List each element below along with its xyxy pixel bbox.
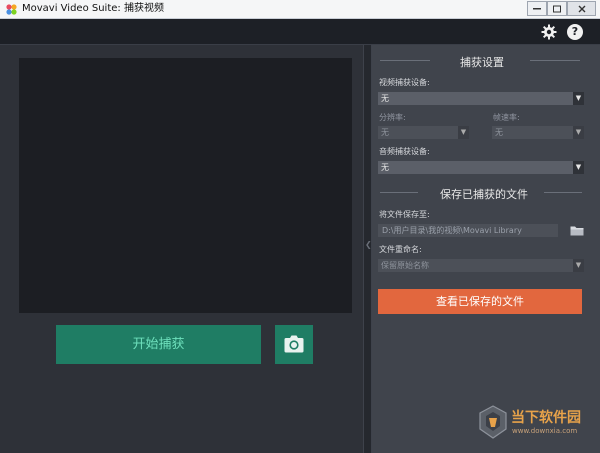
video-device-value: 无 (381, 94, 389, 103)
chevron-down-icon: ▼ (573, 92, 584, 105)
section-divider (380, 60, 430, 61)
title-bar: Movavi Video Suite: 捕获视频 (0, 0, 600, 19)
resolution-label: 分辨率: (379, 113, 406, 122)
resolution-select[interactable]: 无 ▼ (378, 126, 469, 139)
save-to-label: 将文件保存至: (379, 210, 430, 219)
save-section-title: 保存已捕获的文件 (440, 188, 528, 201)
chevron-down-icon: ▼ (573, 126, 584, 139)
section-divider (380, 192, 418, 193)
close-icon (578, 5, 585, 12)
top-toolbar (0, 19, 600, 45)
help-button[interactable]: ? (567, 24, 583, 40)
minimize-icon (533, 7, 541, 9)
maximize-button[interactable] (547, 1, 567, 16)
window-title: Movavi Video Suite: 捕获视频 (22, 3, 164, 14)
camera-icon (284, 335, 304, 353)
maximize-icon (553, 5, 561, 12)
watermark-url: www.downxia.com (512, 427, 578, 435)
framerate-select[interactable]: 无 ▼ (492, 126, 584, 139)
rename-label: 文件重命名: (379, 245, 422, 254)
chevron-down-icon: ▼ (573, 161, 584, 174)
folder-icon[interactable] (570, 225, 584, 236)
chevron-left-icon: ❮ (365, 240, 372, 249)
rename-select[interactable]: 保留原始名称 ▼ (378, 259, 584, 272)
resolution-value: 无 (381, 128, 389, 137)
framerate-label: 帧速率: (493, 113, 520, 122)
video-device-label: 视频捕获设备: (379, 78, 430, 87)
video-device-select[interactable]: 无 ▼ (378, 92, 584, 105)
rename-value: 保留原始名称 (381, 261, 429, 270)
chevron-down-icon: ▼ (458, 126, 469, 139)
section-divider (544, 192, 582, 193)
chevron-down-icon: ▼ (573, 259, 584, 272)
save-path-field[interactable]: D:\用户目录\我的视频\Movavi Library (378, 224, 558, 237)
audio-device-select[interactable]: 无 ▼ (378, 161, 584, 174)
close-button[interactable] (567, 1, 596, 16)
view-saved-files-button[interactable]: 查看已保存的文件 (378, 289, 582, 314)
framerate-value: 无 (495, 128, 503, 137)
watermark-title: 当下软件园 (511, 410, 581, 426)
audio-device-label: 音频捕获设备: (379, 147, 430, 156)
panel-divider[interactable]: ❮ (363, 45, 372, 453)
video-preview (19, 58, 352, 313)
gear-icon[interactable] (541, 24, 557, 40)
snapshot-button[interactable] (275, 325, 313, 364)
minimize-button[interactable] (527, 1, 547, 16)
start-capture-button[interactable]: 开始捕获 (56, 325, 261, 364)
watermark: 当下软件园 www.downxia.com (478, 401, 596, 445)
watermark-logo-icon (479, 405, 507, 439)
section-divider (530, 60, 580, 61)
audio-device-value: 无 (381, 163, 389, 172)
app-logo-icon (6, 4, 17, 15)
capture-settings-title: 捕获设置 (460, 56, 504, 69)
